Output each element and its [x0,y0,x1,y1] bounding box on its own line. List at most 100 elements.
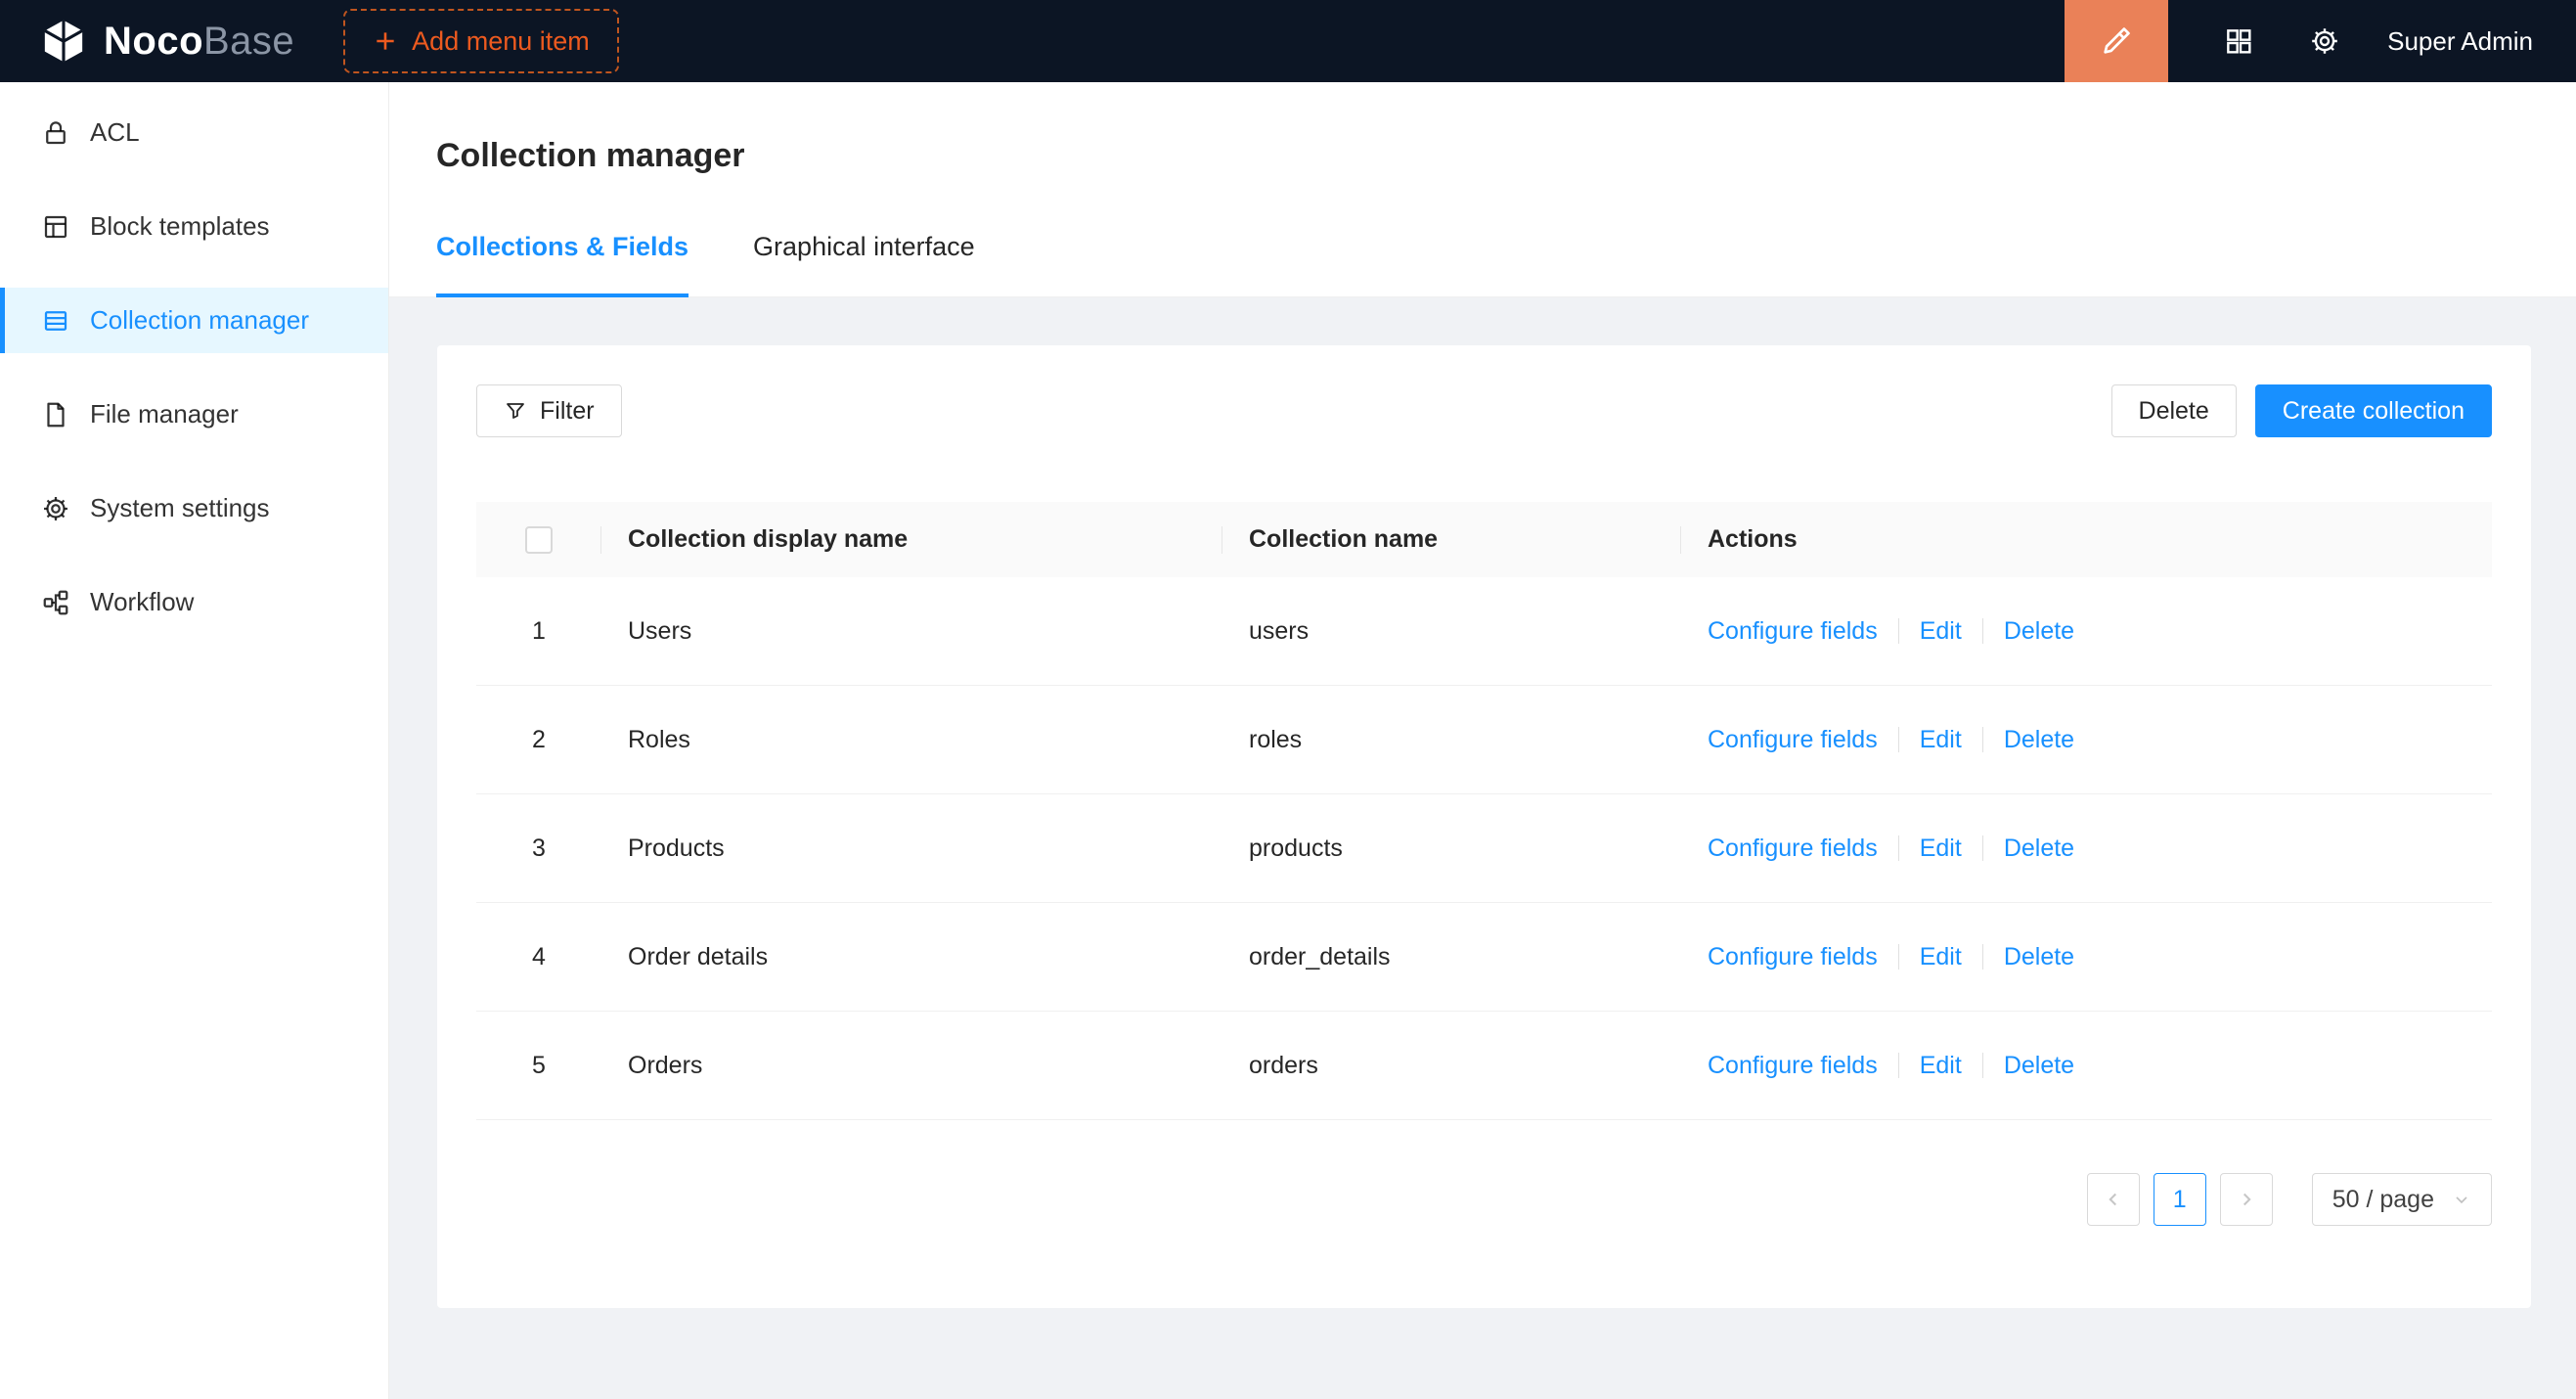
content-area: Filter Delete Create collection Collecti… [389,297,2576,1308]
next-page-button[interactable] [2220,1173,2273,1226]
tab-collections-and-fields[interactable]: Collections & Fields [436,232,688,297]
sidebar-item-label: File manager [90,399,239,429]
row-index: 4 [476,943,601,971]
header-select-cell [476,526,601,554]
sidebar-item-label: ACL [90,117,140,148]
table-icon [41,306,70,336]
nocobase-logo-icon [39,17,88,66]
delete-link[interactable]: Delete [2004,1052,2074,1080]
tab-graphical-interface[interactable]: Graphical interface [753,232,975,297]
cell-display-name: Order details [601,943,1222,971]
workflow-partition-icon [41,588,70,617]
page-size-value: 50 / page [2332,1186,2434,1214]
select-all-checkbox[interactable] [525,526,553,554]
topbar: NocoBase Add menu item Super Admin [0,0,2576,82]
plus-icon [373,28,398,54]
chevron-down-icon [2452,1190,2471,1209]
settings-button[interactable] [2309,25,2340,57]
layout-icon [41,212,70,242]
row-index: 2 [476,726,601,754]
divider [1898,618,1899,644]
edit-link[interactable]: Edit [1920,617,1962,646]
page-size-select[interactable]: 50 / page [2312,1173,2492,1226]
tab-bar: Collections & Fields Graphical interface [436,232,2529,296]
divider [1982,835,1983,861]
cell-display-name: Products [601,835,1222,863]
cell-actions: Configure fields Edit Delete [1681,1052,2492,1080]
filter-funnel-icon [504,399,527,423]
lock-icon [41,118,70,148]
sidebar-item-collection-manager[interactable]: Collection manager [0,288,388,353]
previous-page-button[interactable] [2087,1173,2140,1226]
chevron-left-icon [2103,1189,2124,1210]
plugins-button[interactable] [2223,25,2254,57]
sidebar-item-label: System settings [90,493,270,523]
brand-name: NocoBase [104,20,294,64]
sidebar-item-label: Collection manager [90,305,309,336]
cell-collection-name: order_details [1222,943,1681,971]
row-index: 1 [476,617,601,646]
page-header: Collection manager Collections & Fields … [389,82,2576,297]
table-header-row: Collection display name Collection name … [476,502,2492,577]
cell-display-name: Roles [601,726,1222,754]
create-collection-button[interactable]: Create collection [2255,384,2492,437]
brand: NocoBase [0,17,294,66]
page-number-button[interactable]: 1 [2154,1173,2206,1226]
header-display-name: Collection display name [601,525,1222,554]
table-row: 4 Order details order_details Configure … [476,903,2492,1012]
divider [1898,944,1899,970]
configure-fields-link[interactable]: Configure fields [1708,726,1878,754]
cell-collection-name: orders [1222,1052,1681,1080]
sidebar-item-acl[interactable]: ACL [0,100,388,165]
card-toolbar: Filter Delete Create collection [476,384,2492,437]
collections-card: Filter Delete Create collection Collecti… [437,345,2531,1308]
cell-display-name: Users [601,617,1222,646]
configure-fields-link[interactable]: Configure fields [1708,1052,1878,1080]
divider [1898,727,1899,752]
gear-icon [41,494,70,523]
cell-actions: Configure fields Edit Delete [1681,835,2492,863]
table-row: 2 Roles roles Configure fields Edit Delete [476,686,2492,794]
delete-link[interactable]: Delete [2004,617,2074,646]
highlighter-icon [2100,24,2133,58]
table-row: 1 Users users Configure fields Edit Delete [476,577,2492,686]
chevron-right-icon [2236,1189,2257,1210]
table-row: 5 Orders orders Configure fields Edit Dele… [476,1012,2492,1120]
sidebar-item-workflow[interactable]: Workflow [0,569,388,635]
divider [1982,727,1983,752]
sidebar-item-label: Block templates [90,211,270,242]
divider [1982,618,1983,644]
sidebar-item-block-templates[interactable]: Block templates [0,194,388,259]
add-menu-item-button[interactable]: Add menu item [343,9,619,73]
sidebar-item-system-settings[interactable]: System settings [0,475,388,541]
row-index: 5 [476,1052,601,1080]
delete-link[interactable]: Delete [2004,943,2074,971]
delete-button[interactable]: Delete [2111,384,2237,437]
edit-link[interactable]: Edit [1920,726,1962,754]
configure-fields-link[interactable]: Configure fields [1708,835,1878,863]
row-index: 3 [476,835,601,863]
brand-name-primary: Noco [104,20,203,63]
settings-sidebar: ACL Block templates Collection manager F… [0,82,389,1399]
cell-collection-name: users [1222,617,1681,646]
filter-button[interactable]: Filter [476,384,622,437]
edit-link[interactable]: Edit [1920,835,1962,863]
sidebar-item-file-manager[interactable]: File manager [0,382,388,447]
cell-actions: Configure fields Edit Delete [1681,943,2492,971]
cell-collection-name: roles [1222,726,1681,754]
edit-link[interactable]: Edit [1920,1052,1962,1080]
cell-display-name: Orders [601,1052,1222,1080]
cell-actions: Configure fields Edit Delete [1681,726,2492,754]
brand-name-secondary: Base [203,20,294,63]
configure-fields-link[interactable]: Configure fields [1708,943,1878,971]
divider [1982,1053,1983,1078]
current-user-menu[interactable]: Super Admin [2387,26,2533,57]
edit-link[interactable]: Edit [1920,943,1962,971]
delete-link[interactable]: Delete [2004,726,2074,754]
delete-link[interactable]: Delete [2004,835,2074,863]
table-row: 3 Products products Configure fieldsEdit… [476,794,2492,903]
ui-editor-button[interactable] [2065,0,2168,82]
delete-button-label: Delete [2139,397,2209,426]
configure-fields-link[interactable]: Configure fields [1708,617,1878,646]
sidebar-item-label: Workflow [90,587,194,617]
